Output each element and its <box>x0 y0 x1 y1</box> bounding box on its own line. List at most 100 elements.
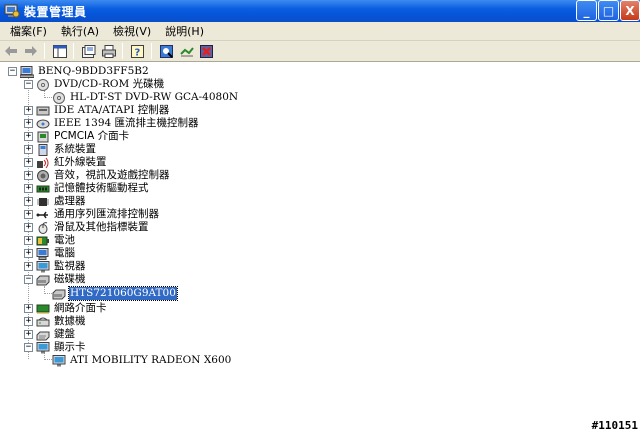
system-device-icon <box>36 143 50 156</box>
update-driver-icon[interactable] <box>178 42 196 60</box>
optical-drive-icon <box>52 91 66 104</box>
maximize-icon: □ <box>602 3 615 18</box>
disk-drive-icon <box>52 288 66 300</box>
category-label: PCMCIA 介面卡 <box>54 130 130 142</box>
device-manager-icon <box>4 3 20 19</box>
category-modems[interactable]: 數據機 <box>36 315 87 328</box>
expand-toggle[interactable]: + <box>24 223 33 232</box>
menu-file[interactable]: 檔案(F) <box>0 22 54 41</box>
speaker-icon <box>36 169 50 182</box>
expand-toggle[interactable]: + <box>24 171 33 180</box>
scan-hardware-icon[interactable] <box>158 42 176 60</box>
collapse-toggle[interactable]: − <box>24 343 33 352</box>
modem-icon <box>36 316 50 328</box>
title-bar: 裝置管理員 _ □ X <box>0 0 640 22</box>
expand-toggle[interactable]: + <box>24 119 33 128</box>
collapse-toggle[interactable]: − <box>24 275 33 284</box>
category-label: 音效，視訊及遊戲控制器 <box>54 169 170 181</box>
category-monitors[interactable]: 監視器 <box>36 260 87 273</box>
category-label: 電池 <box>54 234 75 246</box>
category-processors[interactable]: 處理器 <box>36 195 87 208</box>
ide-controller-icon <box>36 105 50 117</box>
category-computer[interactable]: 電腦 <box>36 247 76 260</box>
collapse-toggle[interactable]: − <box>24 80 33 89</box>
category-network-adapters[interactable]: 網路介面卡 <box>36 302 108 315</box>
category-label: 網路介面卡 <box>54 302 107 314</box>
category-label: 監視器 <box>54 260 86 272</box>
toolbar: ? <box>0 41 640 62</box>
expand-toggle[interactable]: + <box>24 106 33 115</box>
pcmcia-card-icon <box>36 131 50 143</box>
watermark-text: #110151 <box>591 419 638 432</box>
expand-toggle[interactable]: + <box>24 210 33 219</box>
device-hard-disk[interactable]: HTS721060G9AT00 <box>52 286 178 301</box>
category-label: 系統裝置 <box>54 143 96 155</box>
expand-toggle[interactable]: + <box>24 132 33 141</box>
computer-icon <box>19 65 35 78</box>
category-label: 記憶體技術驅動程式 <box>54 182 149 194</box>
device-tree: − BENQ-9BDD3FF5B2 − DVD/CD-ROM 光碟機 HL-DT… <box>0 63 640 434</box>
device-display-adapter[interactable]: ATI MOBILITY RADEON X600 <box>52 354 232 367</box>
battery-icon <box>36 235 50 247</box>
category-display-adapters[interactable]: 顯示卡 <box>36 341 87 354</box>
show-hide-tree-icon[interactable] <box>51 42 69 60</box>
help-icon[interactable]: ? <box>129 42 147 60</box>
expand-toggle[interactable]: + <box>24 145 33 154</box>
menu-view[interactable]: 檢視(V) <box>106 22 158 41</box>
category-keyboards[interactable]: 鍵盤 <box>36 328 76 341</box>
uninstall-icon[interactable] <box>198 42 216 60</box>
memory-icon <box>36 183 50 195</box>
window-title: 裝置管理員 <box>24 4 87 19</box>
expand-toggle[interactable]: + <box>24 317 33 326</box>
expand-toggle[interactable]: + <box>24 197 33 206</box>
category-label: 顯示卡 <box>54 341 86 353</box>
menu-action[interactable]: 執行(A) <box>54 22 106 41</box>
close-icon: X <box>625 3 635 18</box>
expand-toggle[interactable]: + <box>24 330 33 339</box>
processor-icon <box>36 196 50 208</box>
expand-toggle[interactable]: + <box>24 158 33 167</box>
category-mice[interactable]: 滑鼠及其他指標裝置 <box>36 221 150 234</box>
infrared-icon <box>36 157 50 169</box>
network-adapter-icon <box>36 303 50 315</box>
display-adapter-icon <box>52 354 66 367</box>
category-label: 紅外線裝置 <box>54 156 107 168</box>
category-pcmcia[interactable]: PCMCIA 介面卡 <box>36 130 130 143</box>
root-label: BENQ-9BDD3FF5B2 <box>38 65 149 77</box>
device-label: HL-DT-ST DVD-RW GCA-4080N <box>70 91 239 103</box>
disk-drive-icon <box>36 274 50 286</box>
category-ieee1394[interactable]: IEEE 1394 匯流排主機控制器 <box>36 117 200 130</box>
back-arrow-icon[interactable] <box>2 42 20 60</box>
category-ide-ata[interactable]: IDE ATA/ATAPI 控制器 <box>36 104 170 117</box>
forward-arrow-icon[interactable] <box>22 42 40 60</box>
category-batteries[interactable]: 電池 <box>36 234 76 247</box>
optical-drive-icon <box>36 78 50 91</box>
expand-toggle[interactable]: + <box>24 304 33 313</box>
category-dvd-cdrom[interactable]: DVD/CD-ROM 光碟機 <box>36 78 165 91</box>
category-label: 通用序列匯流排控制器 <box>54 208 159 220</box>
toolbar-separator <box>151 43 152 59</box>
category-disk-drives[interactable]: 磁碟機 <box>36 273 87 286</box>
toolbar-separator <box>44 43 45 59</box>
category-memory-tech[interactable]: 記憶體技術驅動程式 <box>36 182 150 195</box>
print-icon[interactable] <box>100 42 118 60</box>
category-usb[interactable]: 通用序列匯流排控制器 <box>36 208 160 221</box>
properties-icon[interactable] <box>80 42 98 60</box>
menu-help[interactable]: 說明(H) <box>158 22 211 41</box>
expand-toggle[interactable]: + <box>24 262 33 271</box>
device-dvd-rw[interactable]: HL-DT-ST DVD-RW GCA-4080N <box>52 91 239 104</box>
category-system-devices[interactable]: 系統裝置 <box>36 143 97 156</box>
maximize-button[interactable]: □ <box>598 0 619 21</box>
category-label: 鍵盤 <box>54 328 75 340</box>
expand-toggle[interactable]: + <box>24 184 33 193</box>
category-sound-video-game[interactable]: 音效，視訊及遊戲控制器 <box>36 169 171 182</box>
expand-toggle[interactable]: + <box>24 249 33 258</box>
category-label: 處理器 <box>54 195 86 207</box>
root-collapse-toggle[interactable]: − <box>8 67 17 76</box>
category-label: 電腦 <box>54 247 75 259</box>
minimize-button[interactable]: _ <box>576 0 597 21</box>
expand-toggle[interactable]: + <box>24 236 33 245</box>
category-infrared[interactable]: 紅外線裝置 <box>36 156 108 169</box>
close-button[interactable]: X <box>620 0 640 21</box>
tree-root[interactable]: BENQ-9BDD3FF5B2 <box>19 65 150 78</box>
